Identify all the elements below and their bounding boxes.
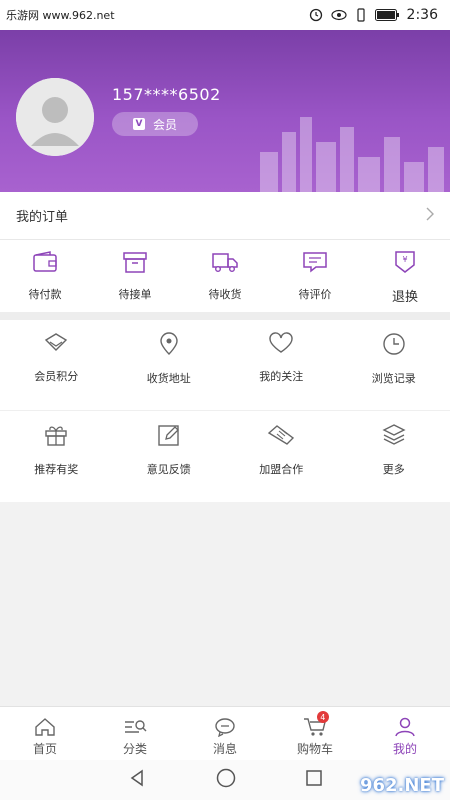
battery-icon	[374, 9, 399, 21]
home-icon	[35, 718, 55, 736]
grid-item-history[interactable]: 浏览记录	[338, 320, 450, 410]
comment-icon	[303, 252, 327, 273]
my-orders-title: 我的订单	[16, 210, 69, 225]
eye-icon	[330, 9, 347, 21]
user-phone: 157****6502	[112, 85, 221, 104]
grid-item-referral[interactable]: 推荐有奖	[0, 411, 113, 502]
grid-item-feedback[interactable]: 意见反馈	[113, 411, 226, 502]
nav-category[interactable]: 分类	[90, 707, 180, 760]
status-time: 2:36	[406, 7, 438, 23]
order-tab-label: 退换	[391, 290, 418, 305]
order-status-tabs: 待付款 待接单 待收货 待评价 ¥ 退换	[0, 240, 450, 312]
grid-item-label: 意见反馈	[146, 463, 191, 476]
bottom-nav: 首页 分类 消息 4 购物车 我的	[0, 706, 450, 760]
handshake-icon	[268, 425, 295, 445]
site-watermark: 962.NET	[359, 775, 444, 796]
chevron-right-icon	[426, 207, 434, 225]
member-badge-label: 会员	[152, 117, 177, 132]
nav-label: 购物车	[296, 742, 333, 756]
profile-header: 157****6502 V 会员	[0, 30, 450, 192]
member-icon: V	[132, 118, 145, 130]
services-grid: 会员积分 收货地址 我的关注 浏览记录 推荐有奖 意见反馈 加盟合作 更多	[0, 320, 450, 502]
heart-icon	[269, 332, 293, 353]
grid-item-label: 浏览记录	[371, 372, 416, 385]
status-bar: 乐游网 www.962.net 2:36	[0, 0, 450, 30]
gift-icon	[45, 426, 67, 446]
refund-icon: ¥	[395, 251, 415, 273]
grid-row: 推荐有奖 意见反馈 加盟合作 更多	[0, 411, 450, 502]
nav-messages[interactable]: 消息	[180, 707, 270, 760]
section-divider	[0, 312, 450, 320]
nav-label: 首页	[32, 742, 57, 756]
truck-icon	[212, 253, 238, 273]
avatar[interactable]	[16, 78, 94, 156]
order-tab-label: 待付款	[28, 288, 62, 301]
vibrate-icon	[355, 8, 367, 22]
grid-item-label: 加盟合作	[259, 463, 304, 476]
svg-text:¥: ¥	[402, 255, 407, 264]
recent-apps-icon[interactable]	[306, 770, 322, 790]
order-tab-pending-payment[interactable]: 待付款	[0, 240, 90, 312]
status-left-text: 乐游网 www.962.net	[6, 9, 115, 22]
user-icon	[395, 717, 415, 737]
nav-label: 消息	[212, 742, 237, 756]
back-icon[interactable]	[128, 769, 146, 791]
nav-label: 分类	[122, 742, 147, 756]
skyline-decoration	[260, 117, 444, 192]
nav-mine[interactable]: 我的	[360, 707, 450, 760]
order-tab-label: 待收货	[208, 288, 242, 301]
grid-item-franchise[interactable]: 加盟合作	[225, 411, 338, 502]
order-tab-label: 待接单	[118, 288, 152, 301]
alarm-icon	[309, 8, 323, 22]
cart-count-badge: 4	[316, 711, 329, 723]
default-avatar-icon	[16, 78, 94, 156]
layers-icon	[382, 424, 406, 445]
wallet-icon	[33, 251, 57, 272]
grid-row: 会员积分 收货地址 我的关注 浏览记录	[0, 320, 450, 411]
member-badge[interactable]: V 会员	[112, 112, 198, 136]
grid-item-address[interactable]: 收货地址	[113, 320, 226, 410]
system-nav-bar: 962.NET	[0, 760, 450, 800]
message-icon	[215, 718, 235, 737]
order-tab-pending-accept[interactable]: 待接单	[90, 240, 180, 312]
grid-item-label: 推荐有奖	[34, 463, 79, 476]
grid-item-label: 收货地址	[146, 372, 191, 385]
home-button-icon[interactable]	[216, 768, 236, 792]
grid-item-follows[interactable]: 我的关注	[225, 320, 338, 410]
clock-icon	[383, 333, 405, 355]
location-icon	[160, 332, 178, 355]
edit-icon	[158, 425, 179, 446]
grid-item-more[interactable]: 更多	[338, 411, 450, 502]
order-tab-label: 待评价	[298, 288, 332, 301]
order-tab-refund[interactable]: ¥ 退换	[360, 240, 450, 312]
nav-home[interactable]: 首页	[0, 707, 90, 760]
grid-item-label: 我的关注	[259, 370, 304, 383]
grid-item-label: 更多	[382, 463, 405, 476]
order-tab-pending-receive[interactable]: 待收货	[180, 240, 270, 312]
grid-item-member-points[interactable]: 会员积分	[0, 320, 113, 410]
category-icon	[125, 720, 147, 733]
grid-item-label: 会员积分	[34, 370, 79, 383]
nav-cart[interactable]: 4 购物车	[270, 707, 360, 760]
diamond-icon	[45, 333, 68, 351]
status-right: 2:36	[309, 7, 438, 23]
box-icon	[123, 252, 147, 273]
nav-label: 我的	[392, 742, 417, 756]
my-orders-row[interactable]: 我的订单	[0, 192, 450, 240]
order-tab-pending-review[interactable]: 待评价	[270, 240, 360, 312]
